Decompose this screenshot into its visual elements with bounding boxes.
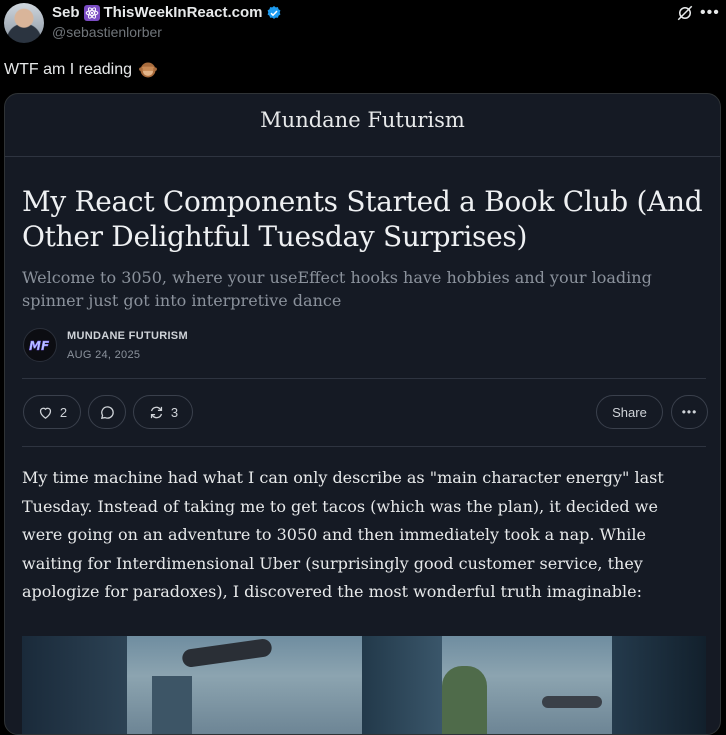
substack-post-card[interactable]: Mundane Futurism My React Components Sta… — [4, 93, 721, 735]
like-count: 2 — [59, 404, 68, 420]
tweet-text-content: WTF am I reading — [4, 61, 133, 78]
publication-name[interactable]: Mundane Futurism — [5, 108, 720, 132]
share-button[interactable]: Share — [596, 395, 663, 429]
restack-count: 3 — [170, 404, 179, 420]
restack-icon — [150, 406, 162, 418]
post-subtitle: Welcome to 3050, where your useEffect ho… — [22, 268, 652, 310]
tweet-header: Seb ThisWeekInReact.com @sebastienlorber… — [0, 0, 726, 52]
author-handle[interactable]: @sebastienlorber — [52, 24, 162, 40]
verified-badge-icon — [268, 5, 281, 19]
grok-icon[interactable] — [676, 4, 694, 22]
share-label: Share — [612, 404, 647, 420]
divider — [22, 378, 706, 379]
divider — [5, 156, 720, 157]
like-button[interactable]: 2 — [23, 395, 81, 429]
svg-text:MF: MF — [29, 339, 50, 353]
comment-icon — [100, 405, 114, 419]
tweet-text: WTF am I reading — [4, 60, 158, 80]
avatar[interactable] — [4, 3, 44, 43]
more-horizontal-icon[interactable]: ••• — [700, 4, 720, 22]
byline-author[interactable]: MUNDANE FUTURISM — [67, 330, 188, 342]
divider — [22, 446, 706, 447]
more-horizontal-icon: ••• — [681, 405, 698, 419]
post-body-excerpt: My time machine had what I can only desc… — [22, 468, 664, 602]
hero-image — [22, 636, 706, 734]
author-first-name: Seb — [52, 4, 80, 21]
heart-icon — [39, 407, 51, 419]
comment-button[interactable] — [88, 395, 126, 429]
more-options-button[interactable]: ••• — [671, 395, 708, 429]
byline-date: AUG 24, 2025 — [67, 349, 141, 361]
author-brand: ThisWeekInReact.com — [103, 4, 263, 21]
see-no-evil-monkey-icon — [139, 62, 157, 78]
react-atom-icon — [83, 4, 100, 21]
author-name[interactable]: Seb ThisWeekInReact.com — [52, 4, 282, 21]
restack-button[interactable]: 3 — [133, 395, 193, 429]
post-title[interactable]: My React Components Started a Book Club … — [22, 184, 712, 254]
publication-logo-icon[interactable]: MF — [23, 328, 57, 362]
